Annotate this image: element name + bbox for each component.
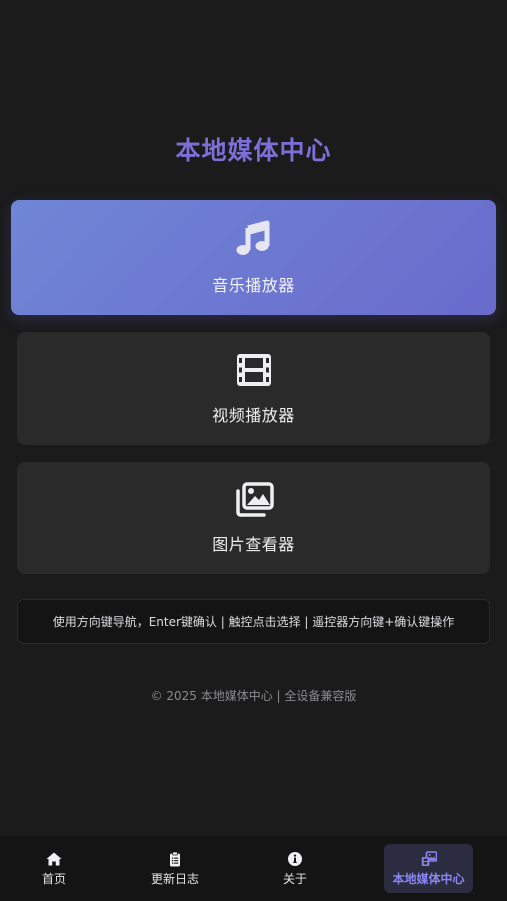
app-title: 本地媒体中心	[175, 136, 332, 165]
video-player-card[interactable]: 视频播放器	[17, 332, 490, 445]
images-icon	[235, 482, 274, 517]
card-label: 音乐播放器	[212, 276, 295, 295]
info-circle-icon	[288, 851, 302, 866]
nav-item-media-center[interactable]: 本地媒体中心	[384, 844, 473, 893]
card-label: 图片查看器	[212, 535, 295, 554]
nav-label: 本地媒体中心	[392, 871, 465, 886]
nav-item-changelog[interactable]: 更新日志	[135, 844, 215, 893]
home-icon	[46, 852, 62, 865]
music-player-card[interactable]: 音乐播放器	[11, 200, 496, 315]
photo-film-icon	[421, 850, 437, 866]
navigation-hint: 使用方向键导航，Enter键确认 | 触控点击选择 | 遥控器方向键+确认键操作	[17, 599, 490, 644]
card-label: 视频播放器	[212, 406, 295, 425]
film-icon	[236, 354, 271, 386]
nav-label: 更新日志	[150, 871, 199, 886]
photo-viewer-card[interactable]: 图片查看器	[17, 462, 490, 574]
footer-copyright: © 2025 本地媒体中心 | 全设备兼容版	[150, 689, 357, 703]
nav-label: 关于	[282, 871, 307, 886]
nav-item-about[interactable]: 关于	[265, 844, 325, 893]
music-note-icon	[236, 220, 269, 255]
clipboard-list-icon	[170, 851, 180, 866]
nav-label: 首页	[41, 871, 66, 886]
nav-item-home[interactable]: 首页	[24, 844, 84, 893]
bottom-nav: 首页 更新日志 关于 本地媒体中心	[0, 836, 507, 901]
